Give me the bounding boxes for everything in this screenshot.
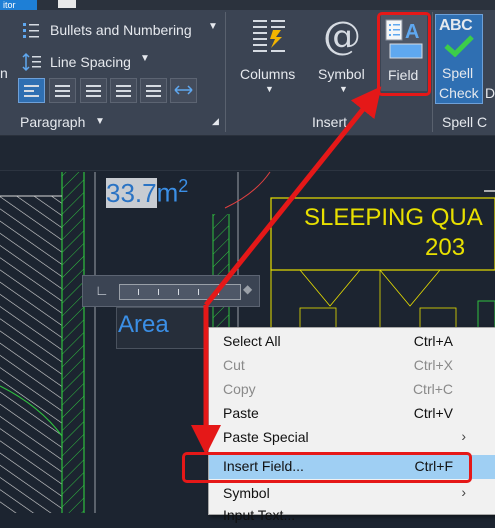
menu-item-label: Paste Special [223, 429, 309, 445]
group-separator [225, 12, 226, 132]
symbol-label: Symbol [318, 66, 365, 82]
spell-check-button[interactable]: ABC Spell Check [435, 14, 483, 104]
chevron-down-icon: ▼ [265, 84, 274, 94]
text-editor-ruler[interactable]: ∟ ◆ [82, 275, 260, 307]
at-sign-icon: @ [323, 14, 361, 58]
ruler-resize-handle-icon[interactable]: ◆ [243, 282, 252, 296]
symbol-button[interactable]: @ Symbol ▼ [314, 14, 374, 94]
menu-item-shortcut: Ctrl+X [413, 357, 453, 373]
chevron-down-icon: ▼ [140, 53, 150, 64]
tab-box-icon [58, 0, 76, 8]
left-edge-fragment: n [0, 65, 8, 81]
mtext-edit-box[interactable]: Area [116, 307, 208, 349]
insert-group-label: Insert [312, 114, 348, 130]
checkmark-icon [444, 35, 474, 57]
insert-field-highlight-box [182, 452, 472, 483]
columns-label: Columns [240, 66, 296, 82]
justify-center-button[interactable] [49, 78, 76, 103]
justify-left-button[interactable] [18, 78, 45, 103]
bullets-numbering-label: Bullets and Numbering [50, 22, 192, 38]
canvas-header-strip [0, 136, 495, 171]
group-separator [432, 12, 433, 132]
paragraph-group-label: Paragraph [20, 114, 86, 130]
spell-group-label: Spell C [442, 114, 488, 130]
context-menu: Select All Ctrl+A Cut Ctrl+X Copy Ctrl+C… [208, 327, 495, 523]
area-label: Area [118, 311, 169, 338]
menu-item-input-text[interactable]: Input Text... [209, 504, 495, 528]
area-value-text[interactable]: 33.7m2 [106, 176, 188, 209]
submenu-arrow-icon: › [461, 484, 466, 500]
menu-item-label: Cut [223, 357, 245, 373]
area-value: 33.7 [106, 177, 157, 208]
menu-item-symbol[interactable]: Symbol › [209, 482, 495, 506]
menu-item-paste[interactable]: Paste Ctrl+V [209, 402, 495, 426]
justify-button[interactable] [110, 78, 137, 103]
right-edge-fragment: D [485, 85, 495, 101]
spell-check-label-1: Spell [442, 65, 474, 81]
line-spacing-button[interactable]: Line Spacing ▼ [20, 50, 160, 74]
columns-button[interactable]: Columns ▼ [236, 14, 302, 94]
room-title: SLEEPING QUA [304, 204, 483, 231]
tab-stop-icon[interactable]: ∟ [95, 282, 109, 298]
bullets-numbering-button[interactable]: Bullets and Numbering ▼ [20, 18, 220, 42]
chevron-down-icon: ▼ [208, 21, 218, 32]
dialog-launcher-icon[interactable]: ◢ [212, 116, 219, 127]
menu-item-label: Copy [223, 381, 256, 397]
menu-item-label: Paste [223, 405, 259, 421]
distribute-button[interactable] [140, 78, 167, 103]
menu-item-label: Symbol [223, 485, 270, 501]
line-spacing-icon [22, 52, 41, 72]
menu-item-shortcut: Ctrl+C [412, 381, 453, 397]
menu-item-shortcut: Ctrl+V [413, 405, 453, 421]
chevron-down-icon: ▼ [95, 116, 105, 127]
ruler-bar[interactable] [119, 284, 241, 300]
chevron-down-icon: ▼ [339, 84, 348, 94]
field-highlight-box [377, 12, 431, 96]
menu-item-copy[interactable]: Copy Ctrl+C [209, 378, 495, 402]
spell-check-label-2: Check [439, 85, 479, 101]
menu-item-select-all[interactable]: Select All Ctrl+A [209, 330, 495, 354]
menu-item-paste-special[interactable]: Paste Special › [209, 426, 495, 450]
menu-item-shortcut: Ctrl+A [413, 333, 453, 349]
spell-abc-icon: ABC [439, 17, 473, 34]
menu-item-cut[interactable]: Cut Ctrl+X [209, 354, 495, 378]
menu-item-label: Input Text... [223, 507, 296, 523]
menu-item-label: Select All [223, 333, 281, 349]
room-number: 203 [425, 234, 466, 261]
double-arrow-icon [174, 85, 193, 95]
justify-right-button[interactable] [80, 78, 107, 103]
submenu-arrow-icon: › [461, 428, 466, 444]
line-spacing-label: Line Spacing [50, 54, 131, 70]
text-editor-tab[interactable]: itor [0, 0, 37, 10]
area-unit: m [156, 177, 179, 208]
columns-icon [253, 20, 285, 52]
bullets-list-icon [23, 23, 39, 38]
distributed-arrows-button[interactable] [170, 78, 197, 103]
area-superscript: 2 [178, 176, 189, 196]
